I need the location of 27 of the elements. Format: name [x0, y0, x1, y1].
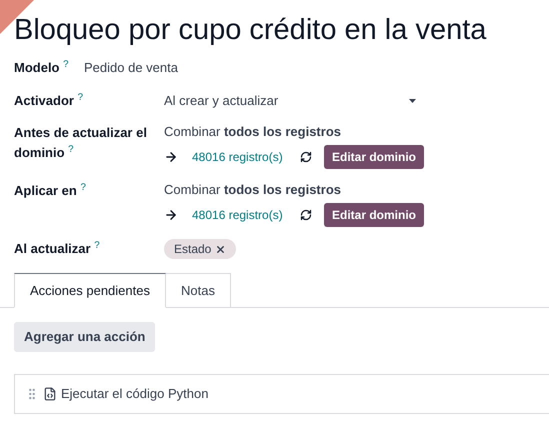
field-label: Activador $^{?}$: [14, 91, 84, 110]
trigger-select[interactable]: Al crear y actualizar: [164, 91, 416, 111]
tag: Estado: [164, 239, 236, 259]
records-link[interactable]: 48016 registro(s): [192, 148, 300, 166]
refresh-icon[interactable]: [300, 151, 312, 163]
records-link[interactable]: 48016 registro(s): [192, 206, 300, 224]
domain-summary: Combinar todos los registros: [164, 123, 342, 141]
caret-icon: [409, 99, 416, 103]
domain-summary: Combinar todos los registros: [164, 181, 342, 199]
edit-domain-button[interactable]: Editar dominio: [324, 203, 424, 227]
tab[interactable]: Acciones pendientes: [14, 273, 166, 308]
field-label: Modelo $^{?}$: [14, 58, 70, 78]
action-row[interactable]: Ejecutar el código Python: [14, 374, 549, 414]
arrow-icon: [164, 150, 178, 164]
record-title: Bloqueo por cupo crédito en la venta: [14, 13, 488, 48]
tab[interactable]: Notas: [166, 273, 231, 308]
refresh-icon[interactable]: [300, 209, 312, 221]
edit-domain-button[interactable]: Editar dominio: [324, 145, 424, 169]
arrow-icon: [164, 208, 178, 222]
field-label: Antes de actualizar el dominio $^{?}$: [14, 124, 148, 162]
add-action-button[interactable]: Agregar una acción: [14, 322, 156, 352]
field-label: Al actualizar $^{?}$: [14, 239, 101, 258]
action-label: Ejecutar el código Python: [61, 385, 208, 404]
remove-icon[interactable]: [215, 244, 226, 254]
field-label: Aplicar en $^{?}$: [14, 181, 87, 200]
model-value: Pedido de venta: [84, 59, 178, 78]
code-file-icon: [43, 387, 57, 401]
